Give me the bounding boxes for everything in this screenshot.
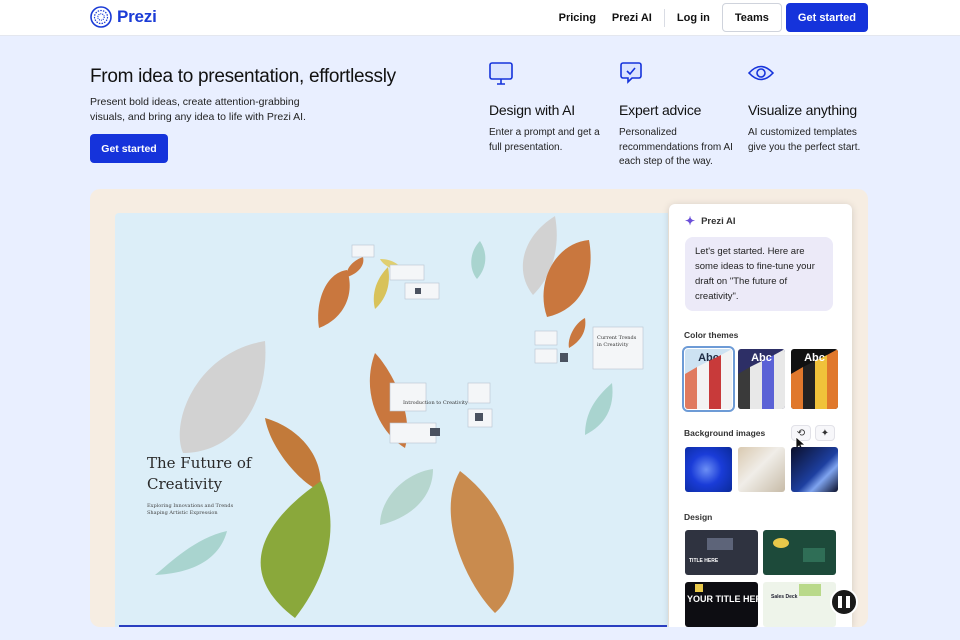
feature-title: Design with AI — [489, 102, 575, 118]
feature-design-with-ai: Design with AI Enter a prompt and get a … — [489, 60, 614, 155]
color-theme-option[interactable]: Abc — [682, 346, 735, 412]
pause-icon-bar — [838, 596, 842, 608]
nav-log-in[interactable]: Log in — [669, 12, 718, 24]
monitor-icon — [489, 62, 513, 85]
feature-title: Expert advice — [619, 102, 702, 118]
demo-progress-bar — [119, 625, 667, 627]
feature-description: Enter a prompt and get a full presentati… — [489, 127, 600, 153]
chat-check-icon — [620, 62, 642, 84]
theme-sample-text: Abc — [804, 352, 825, 364]
feature-description: AI customized templates give you the per… — [748, 127, 861, 153]
nav-prezi-ai[interactable]: Prezi AI — [604, 12, 660, 24]
sparkle-icon: ✦ — [685, 214, 696, 228]
pause-button[interactable] — [830, 588, 858, 616]
sparkle-plus-icon: ✦ — [820, 427, 830, 439]
feature-visualize-anything: Visualize anything AI customized templat… — [748, 60, 873, 155]
teams-button[interactable]: Teams — [721, 3, 782, 32]
nav-pricing[interactable]: Pricing — [551, 12, 604, 24]
nav-divider — [663, 8, 665, 27]
hero-title: From idea to presentation, effortlessly — [90, 66, 396, 87]
background-image-option[interactable] — [738, 447, 785, 492]
eye-icon — [748, 65, 775, 81]
design-option[interactable]: Sales Deck — [763, 582, 836, 627]
design-sample-text: Sales Deck — [771, 594, 798, 600]
hero-get-started-button[interactable]: Get started — [90, 134, 168, 163]
generate-backgrounds-button[interactable]: ✦ — [815, 425, 835, 441]
panel-title: Prezi AI — [701, 215, 736, 227]
theme-stripes — [685, 349, 732, 409]
color-theme-option[interactable]: Abc — [791, 349, 838, 409]
design-shape — [707, 538, 733, 550]
background-images-label: Background images — [684, 428, 766, 438]
color-theme-option[interactable]: Abc — [738, 349, 785, 409]
color-themes-label: Color themes — [684, 330, 739, 340]
presentation-canvas[interactable]: Introduction to Creativity Current Trend… — [115, 213, 668, 627]
theme-sample-text: Abc — [751, 352, 772, 364]
design-option[interactable]: YOUR TITLE HER — [685, 582, 758, 627]
design-option[interactable]: TITLE HERE — [685, 530, 758, 575]
topic-introduction: Introduction to Creativity — [403, 400, 468, 406]
header-get-started-button[interactable]: Get started — [785, 3, 868, 32]
panel-header: ✦ Prezi AI — [685, 214, 736, 228]
top-nav: Pricing Prezi AI Log in Teams Get starte… — [551, 3, 868, 32]
feature-description: Personalized recommendations from AI eac… — [619, 127, 733, 167]
design-label: Design — [684, 512, 713, 522]
leaf-artwork — [155, 216, 644, 618]
feature-title: Visualize anything — [748, 102, 857, 118]
prezi-logo-icon — [90, 6, 112, 28]
background-image-option[interactable] — [685, 447, 732, 492]
background-image-option[interactable] — [791, 447, 838, 492]
ai-message-bubble: Let's get started. Here are some ideas t… — [685, 237, 833, 311]
slide-title: The Future of Creativity — [147, 454, 252, 493]
design-option[interactable] — [763, 530, 836, 575]
design-sample-text: TITLE HERE — [689, 558, 719, 564]
design-shape — [799, 584, 821, 596]
brand-name: Prezi — [117, 7, 157, 26]
prezi-logo[interactable]: Prezi — [90, 6, 157, 28]
topic-current-trends: Current Trends in Creativity — [597, 335, 637, 348]
hero-description: Present bold ideas, create attention-gra… — [90, 96, 306, 123]
slide-subtitle: Exploring Innovations and Trends Shaping… — [147, 503, 234, 516]
design-shape — [803, 548, 825, 562]
prezi-ai-panel: ✦ Prezi AI Let's get started. Here are s… — [669, 204, 852, 627]
feature-expert-advice: Expert advice Personalized recommendatio… — [619, 60, 744, 170]
design-shape — [773, 538, 789, 548]
design-sample-text: YOUR TITLE HER — [687, 594, 758, 604]
product-demo: Introduction to Creativity Current Trend… — [90, 189, 868, 627]
site-header: Prezi Pricing Prezi AI Log in Teams Get … — [0, 0, 960, 36]
design-shape — [695, 584, 703, 592]
pause-icon-bar — [846, 596, 850, 608]
